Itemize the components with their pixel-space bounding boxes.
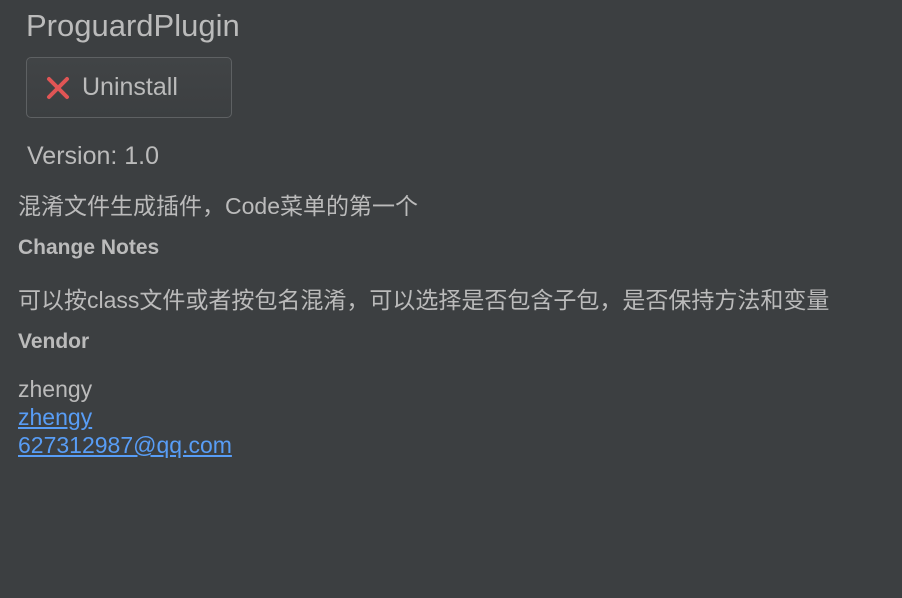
- vendor-email-link[interactable]: 627312987@qq.com: [18, 432, 232, 459]
- close-x-icon: [44, 74, 72, 102]
- change-notes-text: 可以按class文件或者按包名混淆，可以选择是否包含子包，是否保持方法和变量: [18, 287, 830, 313]
- uninstall-button[interactable]: Uninstall: [26, 57, 232, 118]
- version-label: Version: 1.0: [27, 142, 160, 170]
- change-notes-heading: Change Notes: [18, 236, 160, 259]
- vendor-url-link[interactable]: zhengy: [18, 404, 92, 431]
- vendor-heading: Vendor: [18, 330, 90, 353]
- plugin-description: 混淆文件生成插件，Code菜单的第一个: [18, 193, 418, 219]
- plugin-title: ProguardPlugin: [26, 8, 240, 43]
- plugin-details-panel: ProguardPlugin Uninstall Version: 1.0 混淆…: [0, 0, 902, 598]
- uninstall-label: Uninstall: [82, 73, 178, 101]
- vendor-name: zhengy: [18, 376, 93, 402]
